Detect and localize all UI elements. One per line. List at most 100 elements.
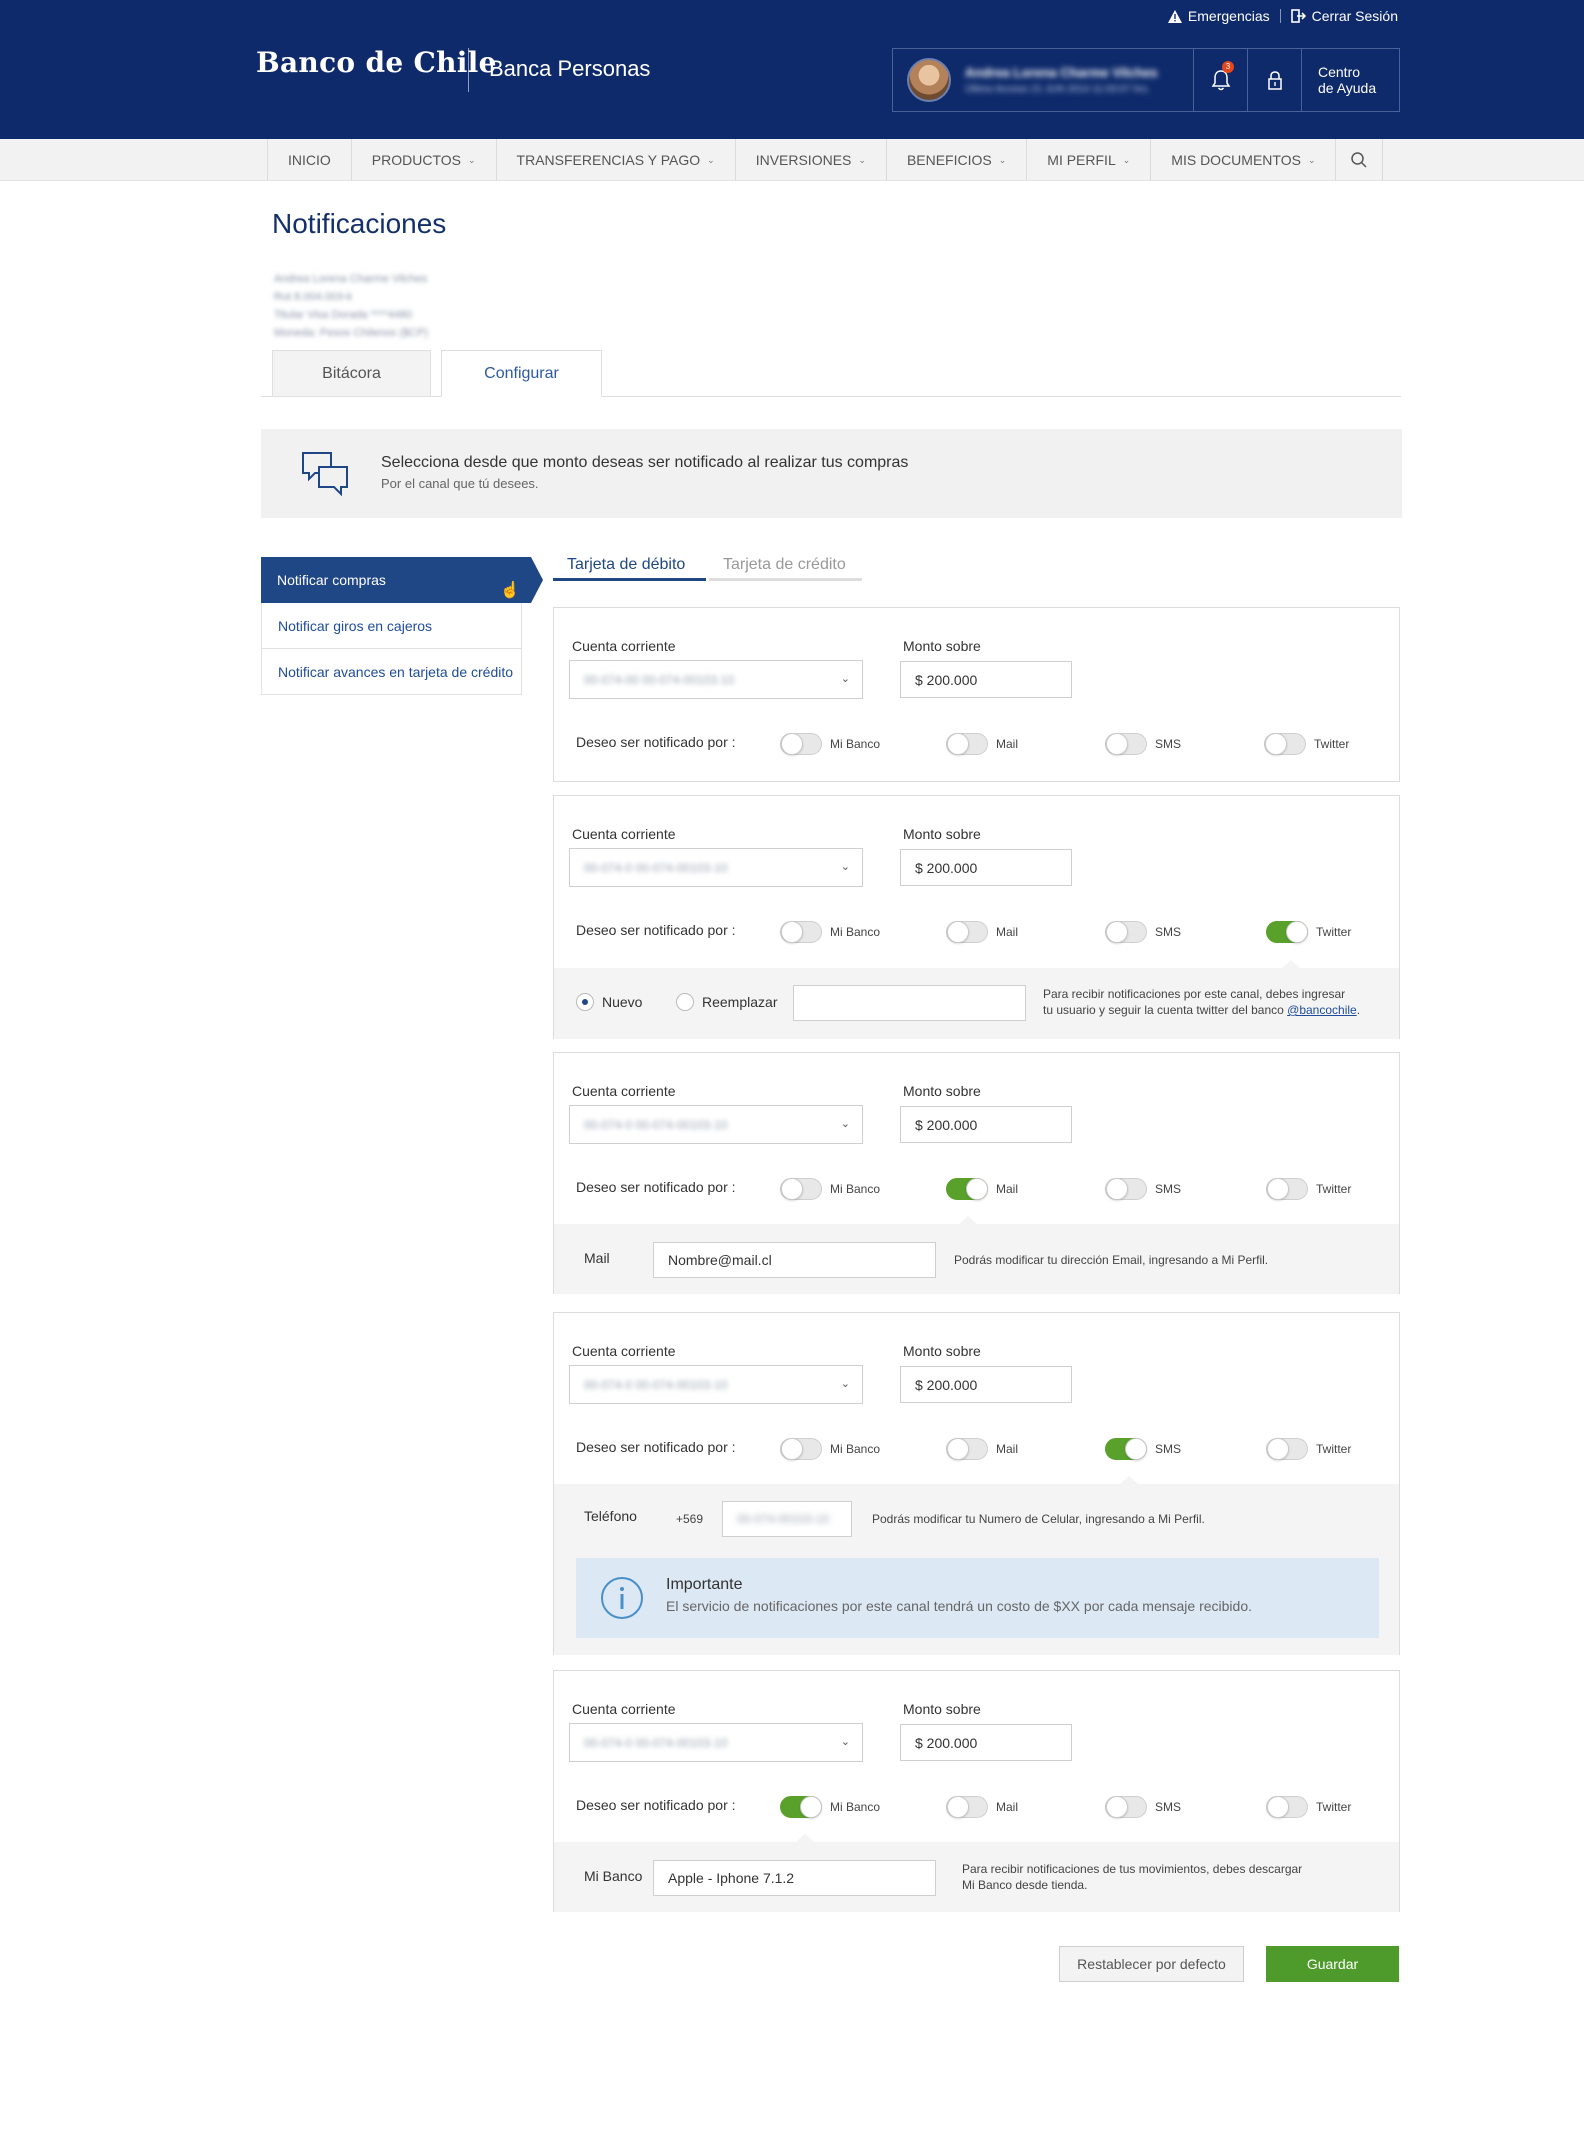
bank-logo[interactable]: Banco de Chile [256, 46, 497, 79]
tab-bitacora[interactable]: Bitácora [272, 350, 431, 397]
amount-input[interactable]: $ 200.000 [900, 1724, 1072, 1761]
radio-label: Reemplazar [702, 994, 778, 1010]
account-select[interactable]: 00-074-0 00-074-00103-10 ⌄ [569, 848, 863, 887]
side-item-notificar-compras[interactable]: Notificar compras [261, 557, 543, 603]
toggle-label: SMS [1155, 737, 1182, 751]
banner-title: Selecciona desde que monto deseas ser no… [381, 454, 909, 471]
notification-card: Cuenta corriente 00-074-0 00-074-00103-1… [553, 1312, 1400, 1655]
toggle-mi-banco[interactable]: Mi Banco [780, 1438, 880, 1460]
nav-item-transferencias[interactable]: TRANSFERENCIAS Y PAGO ⌄ [497, 139, 736, 181]
radio-circle [576, 993, 594, 1011]
toggle-sms[interactable]: SMS [1105, 1438, 1181, 1460]
radio-reemplazar[interactable]: Reemplazar [676, 993, 777, 1011]
radio-nuevo[interactable]: Nuevo [576, 993, 642, 1011]
nav-item-inicio[interactable]: INICIO [268, 139, 352, 181]
nav-item-inversiones[interactable]: INVERSIONES ⌄ [736, 139, 887, 181]
monto-label: Monto sobre [903, 1701, 981, 1717]
amount-input[interactable]: $ 200.000 [900, 849, 1072, 886]
amount-input[interactable]: $ 200.000 [900, 661, 1072, 698]
mail-panel: Mail Nombre@mail.cl Podrás modificar tu … [554, 1216, 1399, 1294]
emergencias-label: Emergencias [1187, 8, 1270, 24]
important-text: El servicio de notificaciones por este c… [666, 1598, 1253, 1614]
toggle-twitter[interactable]: Twitter [1266, 921, 1351, 943]
switch [1105, 921, 1147, 943]
switch [946, 921, 988, 943]
nav-label: INICIO [288, 152, 331, 168]
toggle-twitter[interactable]: Twitter [1266, 1178, 1351, 1200]
nav-item-mi-perfil[interactable]: MI PERFIL ⌄ [1027, 139, 1152, 181]
toggle-sms[interactable]: SMS [1105, 733, 1181, 755]
amount-input[interactable]: $ 200.000 [900, 1366, 1072, 1403]
toggle-label: Twitter [1314, 737, 1350, 751]
chevron-down-icon: ⌄ [840, 861, 850, 873]
toggle-mi-banco[interactable]: Mi Banco [780, 733, 880, 755]
save-button[interactable]: Guardar [1266, 1946, 1399, 1982]
lock-button[interactable] [1247, 49, 1301, 111]
help-center-button[interactable]: Centro de Ayuda [1301, 49, 1399, 111]
toggle-mi-banco[interactable]: Mi Banco [780, 1178, 880, 1200]
side-item-giros-cajeros[interactable]: Notificar giros en cajeros [261, 603, 522, 649]
client-line: Rut 8.004.003-k [274, 291, 353, 303]
top-header: Emergencias Cerrar Sesión Banco de Chile… [0, 0, 1584, 139]
account-select[interactable]: 00-074-00 00-074-00103-10 ⌄ [569, 660, 863, 699]
account-select[interactable]: 00-074-0 00-074-00103-10 ⌄ [569, 1365, 863, 1404]
toggle-label: SMS [1155, 925, 1182, 939]
toggle-twitter[interactable]: Twitter [1266, 1796, 1351, 1818]
toggle-mail[interactable]: Mail [946, 733, 1018, 755]
nav-label: BENEFICIOS [906, 152, 992, 168]
twitter-note-line-1: Para recibir notificaciones por este can… [1043, 987, 1346, 1001]
client-line: Andrea Lorena Charme Vilches [274, 273, 428, 285]
toggle-twitter[interactable]: Twitter [1264, 733, 1349, 755]
amount-input[interactable]: $ 200.000 [900, 1106, 1072, 1143]
toggle-sms[interactable]: SMS [1105, 1178, 1181, 1200]
toggle-twitter[interactable]: Twitter [1266, 1438, 1351, 1460]
nav-label: MI PERFIL [1047, 152, 1116, 168]
reset-defaults-button[interactable]: Restablecer por defecto [1059, 1946, 1244, 1982]
chevron-down-icon: ⌄ [998, 154, 1007, 165]
toggle-sms[interactable]: SMS [1105, 1796, 1181, 1818]
chevron-down-icon: ⌄ [858, 154, 866, 165]
notifications-button[interactable]: 3 [1193, 49, 1247, 111]
info-icon [601, 1577, 643, 1619]
chevron-down-icon: ⌄ [840, 1118, 850, 1130]
notification-card: Cuenta corriente 00-074-0 00-074-00103-1… [553, 1670, 1400, 1912]
toggle-sms[interactable]: SMS [1105, 921, 1181, 943]
account-select[interactable]: 00-074-0 00-074-00103-10 ⌄ [569, 1105, 863, 1144]
mibanco-panel: Mi Banco Apple - Iphone 7.1.2 Para recib… [554, 1834, 1399, 1912]
warning-icon [1167, 9, 1182, 23]
toggle-mail[interactable]: Mail [946, 1438, 1018, 1460]
nav-item-mis-documentos[interactable]: MIS DOCUMENTOS ⌄ [1151, 139, 1337, 181]
search-button[interactable] [1336, 139, 1384, 181]
side-item-avances-credito[interactable]: Notificar avances en tarjeta de crédito [261, 649, 522, 695]
cerrar-sesion-label: Cerrar Sesión [1311, 8, 1398, 24]
notification-card: Cuenta corriente 00-074-0 00-074-00103-1… [553, 795, 1400, 1039]
toggle-label: Mi Banco [830, 1800, 881, 1814]
device-field[interactable]: Apple - Iphone 7.1.2 [653, 1860, 936, 1896]
tab-tarjeta-credito[interactable]: Tarjeta de crédito [709, 551, 862, 581]
toggle-mail[interactable]: Mail [946, 1178, 1018, 1200]
nav-item-productos[interactable]: PRODUCTOS ⌄ [352, 139, 497, 181]
emergencias-link[interactable]: Emergencias [1167, 8, 1270, 24]
email-field[interactable]: Nombre@mail.cl [653, 1242, 936, 1278]
tab-configurar[interactable]: Configurar [441, 350, 602, 397]
account-select[interactable]: 00-074-0 00-074-00103-10 ⌄ [569, 1723, 863, 1762]
banner-subtitle: Por el canal que tú desees. [381, 476, 539, 491]
nav-item-beneficios[interactable]: BENEFICIOS ⌄ [887, 139, 1028, 181]
chevron-down-icon: ⌄ [707, 154, 715, 165]
switch [1266, 921, 1308, 943]
toggle-mi-banco[interactable]: Mi Banco [780, 1796, 880, 1818]
chevron-down-icon: ⌄ [1122, 154, 1131, 165]
avatar[interactable] [907, 58, 951, 102]
twitter-handle-link[interactable]: @bancochile [1287, 1003, 1357, 1017]
toggle-mail[interactable]: Mail [946, 1796, 1018, 1818]
client-line: Moneda: Pesos Chilenos ($CP) [274, 327, 429, 339]
cerrar-sesion-link[interactable]: Cerrar Sesión [1290, 8, 1398, 24]
toggle-mail[interactable]: Mail [946, 921, 1018, 943]
twitter-user-input[interactable] [793, 985, 1026, 1021]
phone-input[interactable]: 00-074-00103-10 [722, 1501, 852, 1537]
switch [1264, 733, 1306, 755]
toggle-mi-banco[interactable]: Mi Banco [780, 921, 880, 943]
toggle-label: Twitter [1316, 1800, 1352, 1814]
chevron-down-icon: ⌄ [840, 1378, 850, 1390]
tab-tarjeta-debito[interactable]: Tarjeta de débito [553, 551, 706, 581]
